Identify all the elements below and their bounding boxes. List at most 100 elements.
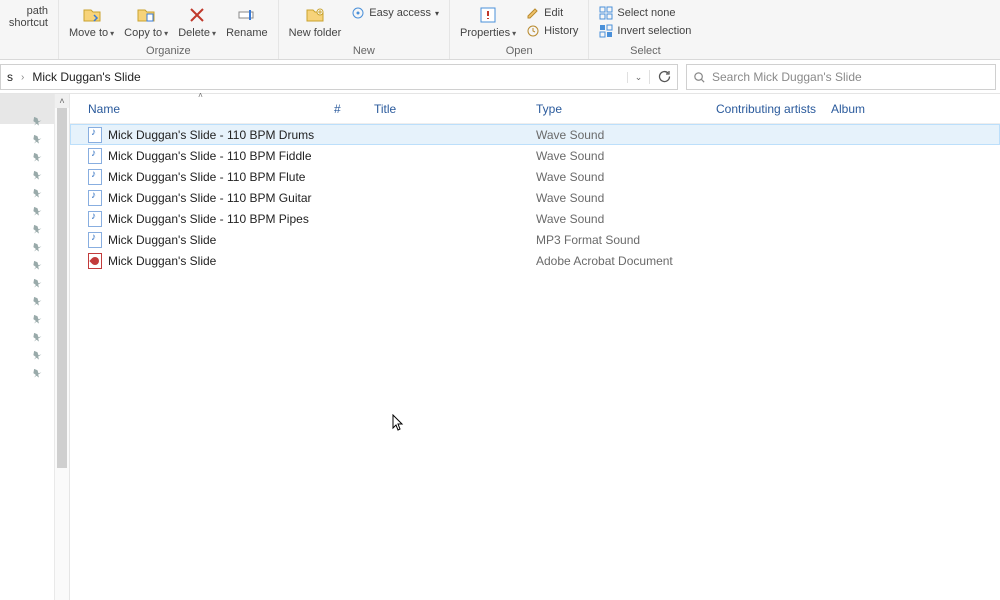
scrollbar-thumb[interactable] bbox=[57, 108, 67, 468]
ribbon: path shortcut Move to▾ Copy to▾ bbox=[0, 0, 1000, 60]
file-row[interactable]: Mick Duggan's Slide - 110 BPM Guitar Wave… bbox=[70, 187, 1000, 208]
audio-file-icon bbox=[88, 232, 102, 248]
file-type-label: Adobe Acrobat Document bbox=[526, 254, 706, 268]
invert-selection-button[interactable]: Invert selection bbox=[595, 23, 695, 39]
scroll-up-button[interactable]: ˄ bbox=[55, 94, 69, 108]
easy-access-button[interactable]: Easy access ▾ bbox=[347, 5, 443, 21]
rename-icon bbox=[237, 5, 257, 25]
pin-icon bbox=[30, 348, 44, 362]
history-button[interactable]: History bbox=[522, 23, 582, 39]
select-none-button[interactable]: Select none bbox=[595, 5, 695, 21]
nav-selected-item[interactable] bbox=[0, 94, 54, 124]
pin-icon bbox=[30, 150, 44, 164]
audio-file-icon bbox=[88, 148, 102, 164]
copy-path-button[interactable]: path shortcut bbox=[0, 5, 52, 29]
column-header-type[interactable]: Type bbox=[526, 94, 706, 123]
ribbon-group-new: New folder Easy access ▾ New bbox=[279, 0, 450, 59]
pin-icon bbox=[30, 258, 44, 272]
column-header-title[interactable]: Title bbox=[364, 94, 526, 123]
ribbon-group-label: Open bbox=[506, 45, 533, 57]
invert-selection-icon bbox=[599, 24, 613, 38]
new-folder-button[interactable]: New folder bbox=[285, 5, 346, 39]
copy-to-icon bbox=[136, 5, 156, 25]
file-type-label: Wave Sound bbox=[526, 170, 706, 184]
pin-icon bbox=[30, 222, 44, 236]
file-row[interactable]: Mick Duggan's Slide - 110 BPM Fiddle Wave… bbox=[70, 145, 1000, 166]
file-type-label: Wave Sound bbox=[526, 212, 706, 226]
file-list-pane: ˄ Name # Title Type Contributing artists… bbox=[70, 94, 1000, 600]
pin-icon bbox=[30, 294, 44, 308]
pin-icon bbox=[30, 168, 44, 182]
delete-button[interactable]: Delete▾ bbox=[174, 5, 220, 40]
audio-file-icon bbox=[88, 190, 102, 206]
search-input[interactable] bbox=[712, 70, 989, 84]
file-name-label: Mick Duggan's Slide - 110 BPM Fiddle bbox=[108, 149, 312, 163]
ribbon-group-open: Properties▾ Edit History Open bbox=[450, 0, 589, 59]
sort-ascending-icon: ˄ bbox=[198, 91, 203, 100]
address-toolbar: s › Mick Duggan's Slide ⌄ bbox=[0, 60, 1000, 94]
audio-file-icon bbox=[88, 127, 102, 143]
address-history-dropdown[interactable]: ⌄ bbox=[627, 72, 649, 83]
file-type-label: Wave Sound bbox=[526, 191, 706, 205]
history-icon bbox=[526, 24, 540, 38]
ribbon-group-label: Select bbox=[630, 45, 661, 57]
breadcrumb-segment[interactable]: s bbox=[1, 65, 19, 89]
file-row[interactable]: Mick Duggan's Slide - 110 BPM Flute Wave … bbox=[70, 166, 1000, 187]
new-folder-icon bbox=[305, 5, 325, 25]
file-row[interactable]: Mick Duggan's Slide Adobe Acrobat Documen… bbox=[70, 250, 1000, 271]
ribbon-group-select: Select none Invert selection Select bbox=[589, 0, 701, 59]
chevron-up-icon: ˄ bbox=[59, 96, 64, 106]
select-none-icon bbox=[599, 6, 613, 20]
file-row[interactable]: Mick Duggan's Slide MP3 Format Sound bbox=[70, 229, 1000, 250]
file-name-label: Mick Duggan's Slide bbox=[108, 233, 216, 247]
properties-button[interactable]: Properties▾ bbox=[456, 5, 520, 40]
column-header-album[interactable]: Album bbox=[821, 94, 1000, 123]
file-type-label: MP3 Format Sound bbox=[526, 233, 706, 247]
file-type-label: Wave Sound bbox=[526, 149, 706, 163]
pin-icon bbox=[30, 204, 44, 218]
pin-icon bbox=[30, 240, 44, 254]
file-list[interactable]: Mick Duggan's Slide - 110 BPM DrumsWave … bbox=[70, 124, 1000, 600]
column-header-artists[interactable]: Contributing artists bbox=[706, 94, 821, 123]
nav-scrollbar[interactable]: ˄ bbox=[54, 94, 69, 600]
edit-button[interactable]: Edit bbox=[522, 5, 582, 21]
pin-icon bbox=[30, 366, 44, 380]
refresh-button[interactable] bbox=[649, 70, 677, 84]
rename-button[interactable]: Rename bbox=[222, 5, 272, 39]
chevron-down-icon: ⌄ bbox=[635, 72, 643, 83]
file-type-label: Wave Sound bbox=[526, 128, 706, 142]
ribbon-group-organize: Move to▾ Copy to▾ Delete▾ Rename bbox=[59, 0, 279, 59]
file-name-label: Mick Duggan's Slide - 110 BPM Flute bbox=[108, 170, 305, 184]
file-row[interactable]: Mick Duggan's Slide - 110 BPM DrumsWave … bbox=[70, 124, 1000, 145]
ribbon-group-label: Organize bbox=[146, 45, 191, 57]
pin-icon bbox=[30, 114, 44, 128]
column-header-number[interactable]: # bbox=[324, 94, 364, 123]
file-name-label: Mick Duggan's Slide bbox=[108, 254, 216, 268]
navigation-pane[interactable]: ˄ bbox=[0, 94, 70, 600]
pdf-file-icon bbox=[88, 253, 102, 269]
breadcrumb-segment-folder[interactable]: Mick Duggan's Slide bbox=[26, 65, 146, 89]
ribbon-group-label: New bbox=[353, 45, 375, 57]
delete-icon bbox=[187, 5, 207, 25]
copy-to-button[interactable]: Copy to▾ bbox=[120, 5, 172, 40]
easy-access-icon bbox=[351, 6, 365, 20]
search-box[interactable] bbox=[686, 64, 996, 90]
pin-icon bbox=[30, 186, 44, 200]
move-to-button[interactable]: Move to▾ bbox=[65, 5, 118, 40]
edit-icon bbox=[526, 6, 540, 20]
address-bar[interactable]: s › Mick Duggan's Slide ⌄ bbox=[0, 64, 678, 90]
file-name-label: Mick Duggan's Slide - 110 BPM Guitar bbox=[108, 191, 311, 205]
audio-file-icon bbox=[88, 211, 102, 227]
column-header-name[interactable]: ˄ Name bbox=[78, 94, 324, 123]
properties-icon bbox=[478, 5, 498, 25]
column-headers: ˄ Name # Title Type Contributing artists… bbox=[70, 94, 1000, 124]
file-name-label: Mick Duggan's Slide - 110 BPM Pipes bbox=[108, 212, 309, 226]
refresh-icon bbox=[657, 70, 671, 84]
pin-icon bbox=[30, 330, 44, 344]
move-to-icon bbox=[82, 5, 102, 25]
chevron-down-icon: ▾ bbox=[435, 9, 439, 18]
file-row[interactable]: Mick Duggan's Slide - 110 BPM Pipes Wave … bbox=[70, 208, 1000, 229]
chevron-right-icon[interactable]: › bbox=[19, 72, 26, 83]
pin-icon bbox=[30, 276, 44, 290]
pin-icon bbox=[30, 312, 44, 326]
